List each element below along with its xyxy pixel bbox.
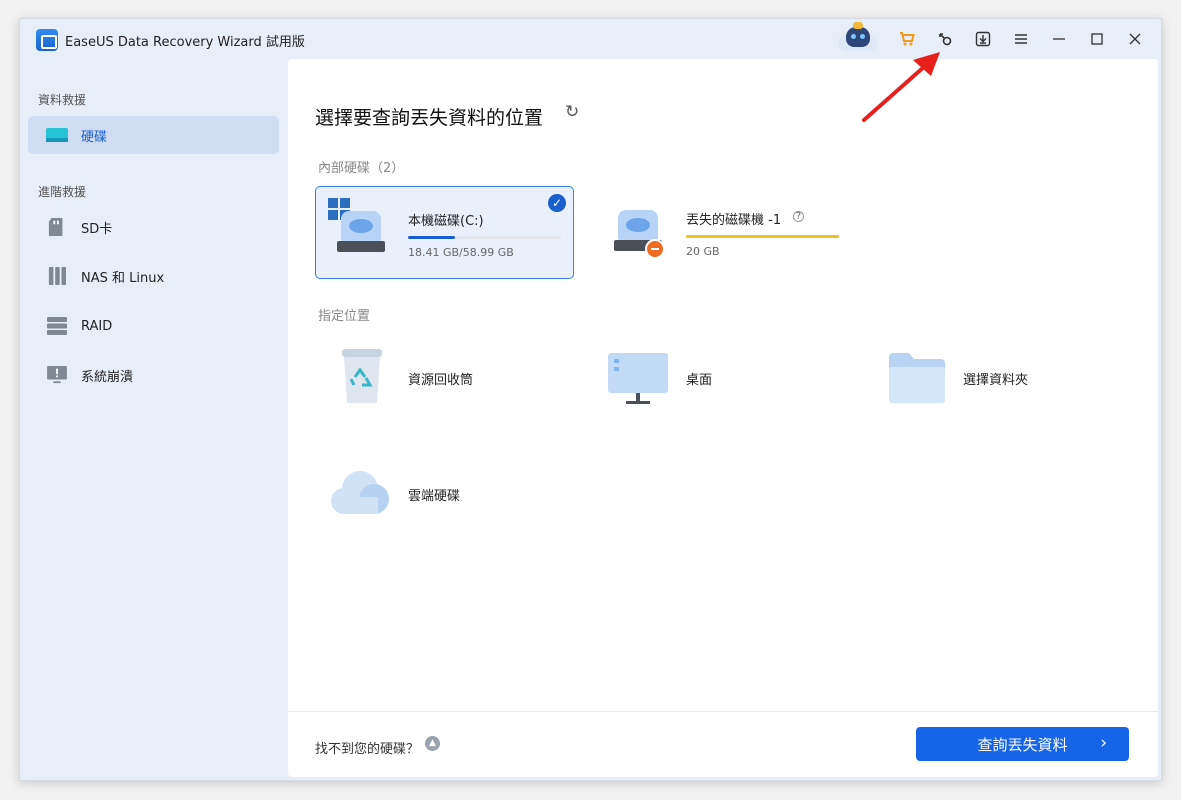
sidebar-item-label: 硬碟 bbox=[81, 129, 108, 145]
drive-usage-fill bbox=[408, 236, 456, 239]
recycle-bin-icon bbox=[342, 349, 382, 403]
sidebar-item-raid[interactable]: RAID bbox=[28, 307, 279, 345]
cart-icon[interactable] bbox=[893, 25, 921, 53]
footer-divider bbox=[288, 711, 1158, 712]
sidebar-item-nas[interactable]: NAS 和 Linux bbox=[28, 257, 279, 295]
drive-usage-bar bbox=[686, 235, 839, 238]
sidebar-section-recovery: 資料救援 bbox=[38, 93, 87, 107]
drive-card-c[interactable]: ✓ 本機磁碟(C:) 18.41 GB/58.99 GB bbox=[315, 186, 574, 279]
close-icon[interactable] bbox=[1121, 25, 1149, 53]
hard-drive-icon bbox=[337, 211, 385, 255]
app-window: EaseUS Data Recovery Wizard 試用版 資料救援 硬碟 … bbox=[19, 18, 1162, 781]
drive-name: 本機磁碟(C:) bbox=[408, 214, 484, 229]
sidebar-section-advanced: 進階救援 bbox=[38, 185, 87, 199]
menu-icon[interactable] bbox=[1007, 25, 1035, 53]
system-crash-icon bbox=[47, 366, 67, 384]
location-label: 雲端硬碟 bbox=[408, 489, 461, 504]
location-desktop[interactable]: 桌面 bbox=[608, 349, 808, 409]
location-label: 選擇資料夾 bbox=[963, 373, 1029, 388]
page-title: 選擇要查詢丟失資料的位置 bbox=[315, 107, 544, 129]
drive-usage-fill bbox=[686, 235, 839, 238]
raid-icon bbox=[47, 317, 67, 335]
location-folder[interactable]: 選擇資料夾 bbox=[889, 349, 1089, 409]
download-icon[interactable] bbox=[969, 25, 997, 53]
sidebar-item-label: RAID bbox=[81, 318, 113, 334]
sidebar-item-label: NAS 和 Linux bbox=[81, 270, 165, 286]
specified-location-label: 指定位置 bbox=[318, 309, 371, 324]
scan-button[interactable]: 查詢丟失資料 › bbox=[916, 727, 1129, 761]
chevron-right-icon: › bbox=[1100, 733, 1107, 753]
help-icon[interactable]: ? bbox=[793, 211, 804, 222]
main-panel: 選擇要查詢丟失資料的位置 ↻ 內部硬碟（2） ✓ 本機磁碟(C:) 18.41 … bbox=[288, 59, 1158, 777]
check-icon: ✓ bbox=[548, 194, 566, 212]
drive-size: 18.41 GB/58.99 GB bbox=[408, 246, 514, 259]
sidebar-item-label: SD卡 bbox=[81, 221, 113, 237]
drive-name: 丟失的磁碟機 -1 bbox=[686, 213, 782, 228]
location-label: 資源回收筒 bbox=[408, 373, 474, 388]
app-logo-icon bbox=[36, 29, 58, 51]
sidebar-item-hard-drive[interactable]: 硬碟 bbox=[28, 116, 279, 154]
location-label: 桌面 bbox=[686, 373, 713, 388]
drive-card-lost[interactable]: 丟失的磁碟機 -1 ? 20 GB bbox=[594, 186, 853, 279]
sidebar-item-system-crash[interactable]: 系統崩潰 bbox=[28, 356, 279, 394]
app-title: EaseUS Data Recovery Wizard 試用版 bbox=[65, 35, 305, 50]
refresh-icon[interactable]: ↻ bbox=[565, 102, 579, 122]
missing-badge-icon bbox=[645, 239, 665, 259]
internal-drives-label: 內部硬碟（2） bbox=[318, 161, 405, 176]
cloud-icon bbox=[331, 471, 389, 514]
hard-drive-icon bbox=[46, 128, 68, 142]
chevron-up-icon[interactable]: ▲ bbox=[425, 736, 440, 751]
sidebar-item-sd-card[interactable]: SD卡 bbox=[28, 208, 279, 246]
desktop-icon bbox=[608, 353, 668, 404]
sd-card-icon bbox=[48, 218, 63, 236]
nas-icon bbox=[48, 267, 66, 285]
location-cloud-drive[interactable]: 雲端硬碟 bbox=[328, 465, 528, 525]
folder-icon bbox=[889, 353, 945, 403]
cannot-find-drive-text[interactable]: 找不到您的硬碟？ bbox=[315, 738, 419, 757]
title-bar: EaseUS Data Recovery Wizard 試用版 bbox=[20, 19, 1161, 59]
robot-assistant-icon[interactable] bbox=[836, 21, 880, 53]
drive-size: 20 GB bbox=[686, 245, 720, 258]
key-icon[interactable] bbox=[931, 25, 959, 53]
location-recycle-bin[interactable]: 資源回收筒 bbox=[328, 349, 528, 409]
scan-button-label: 查詢丟失資料 bbox=[977, 735, 1068, 754]
minimize-icon[interactable] bbox=[1045, 25, 1073, 53]
drive-usage-bar bbox=[408, 236, 561, 239]
maximize-icon[interactable] bbox=[1083, 25, 1111, 53]
sidebar-item-label: 系統崩潰 bbox=[81, 369, 134, 385]
sidebar: 資料救援 硬碟 進階救援 SD卡 NAS 和 Linux RAID 系統崩潰 bbox=[20, 59, 287, 780]
